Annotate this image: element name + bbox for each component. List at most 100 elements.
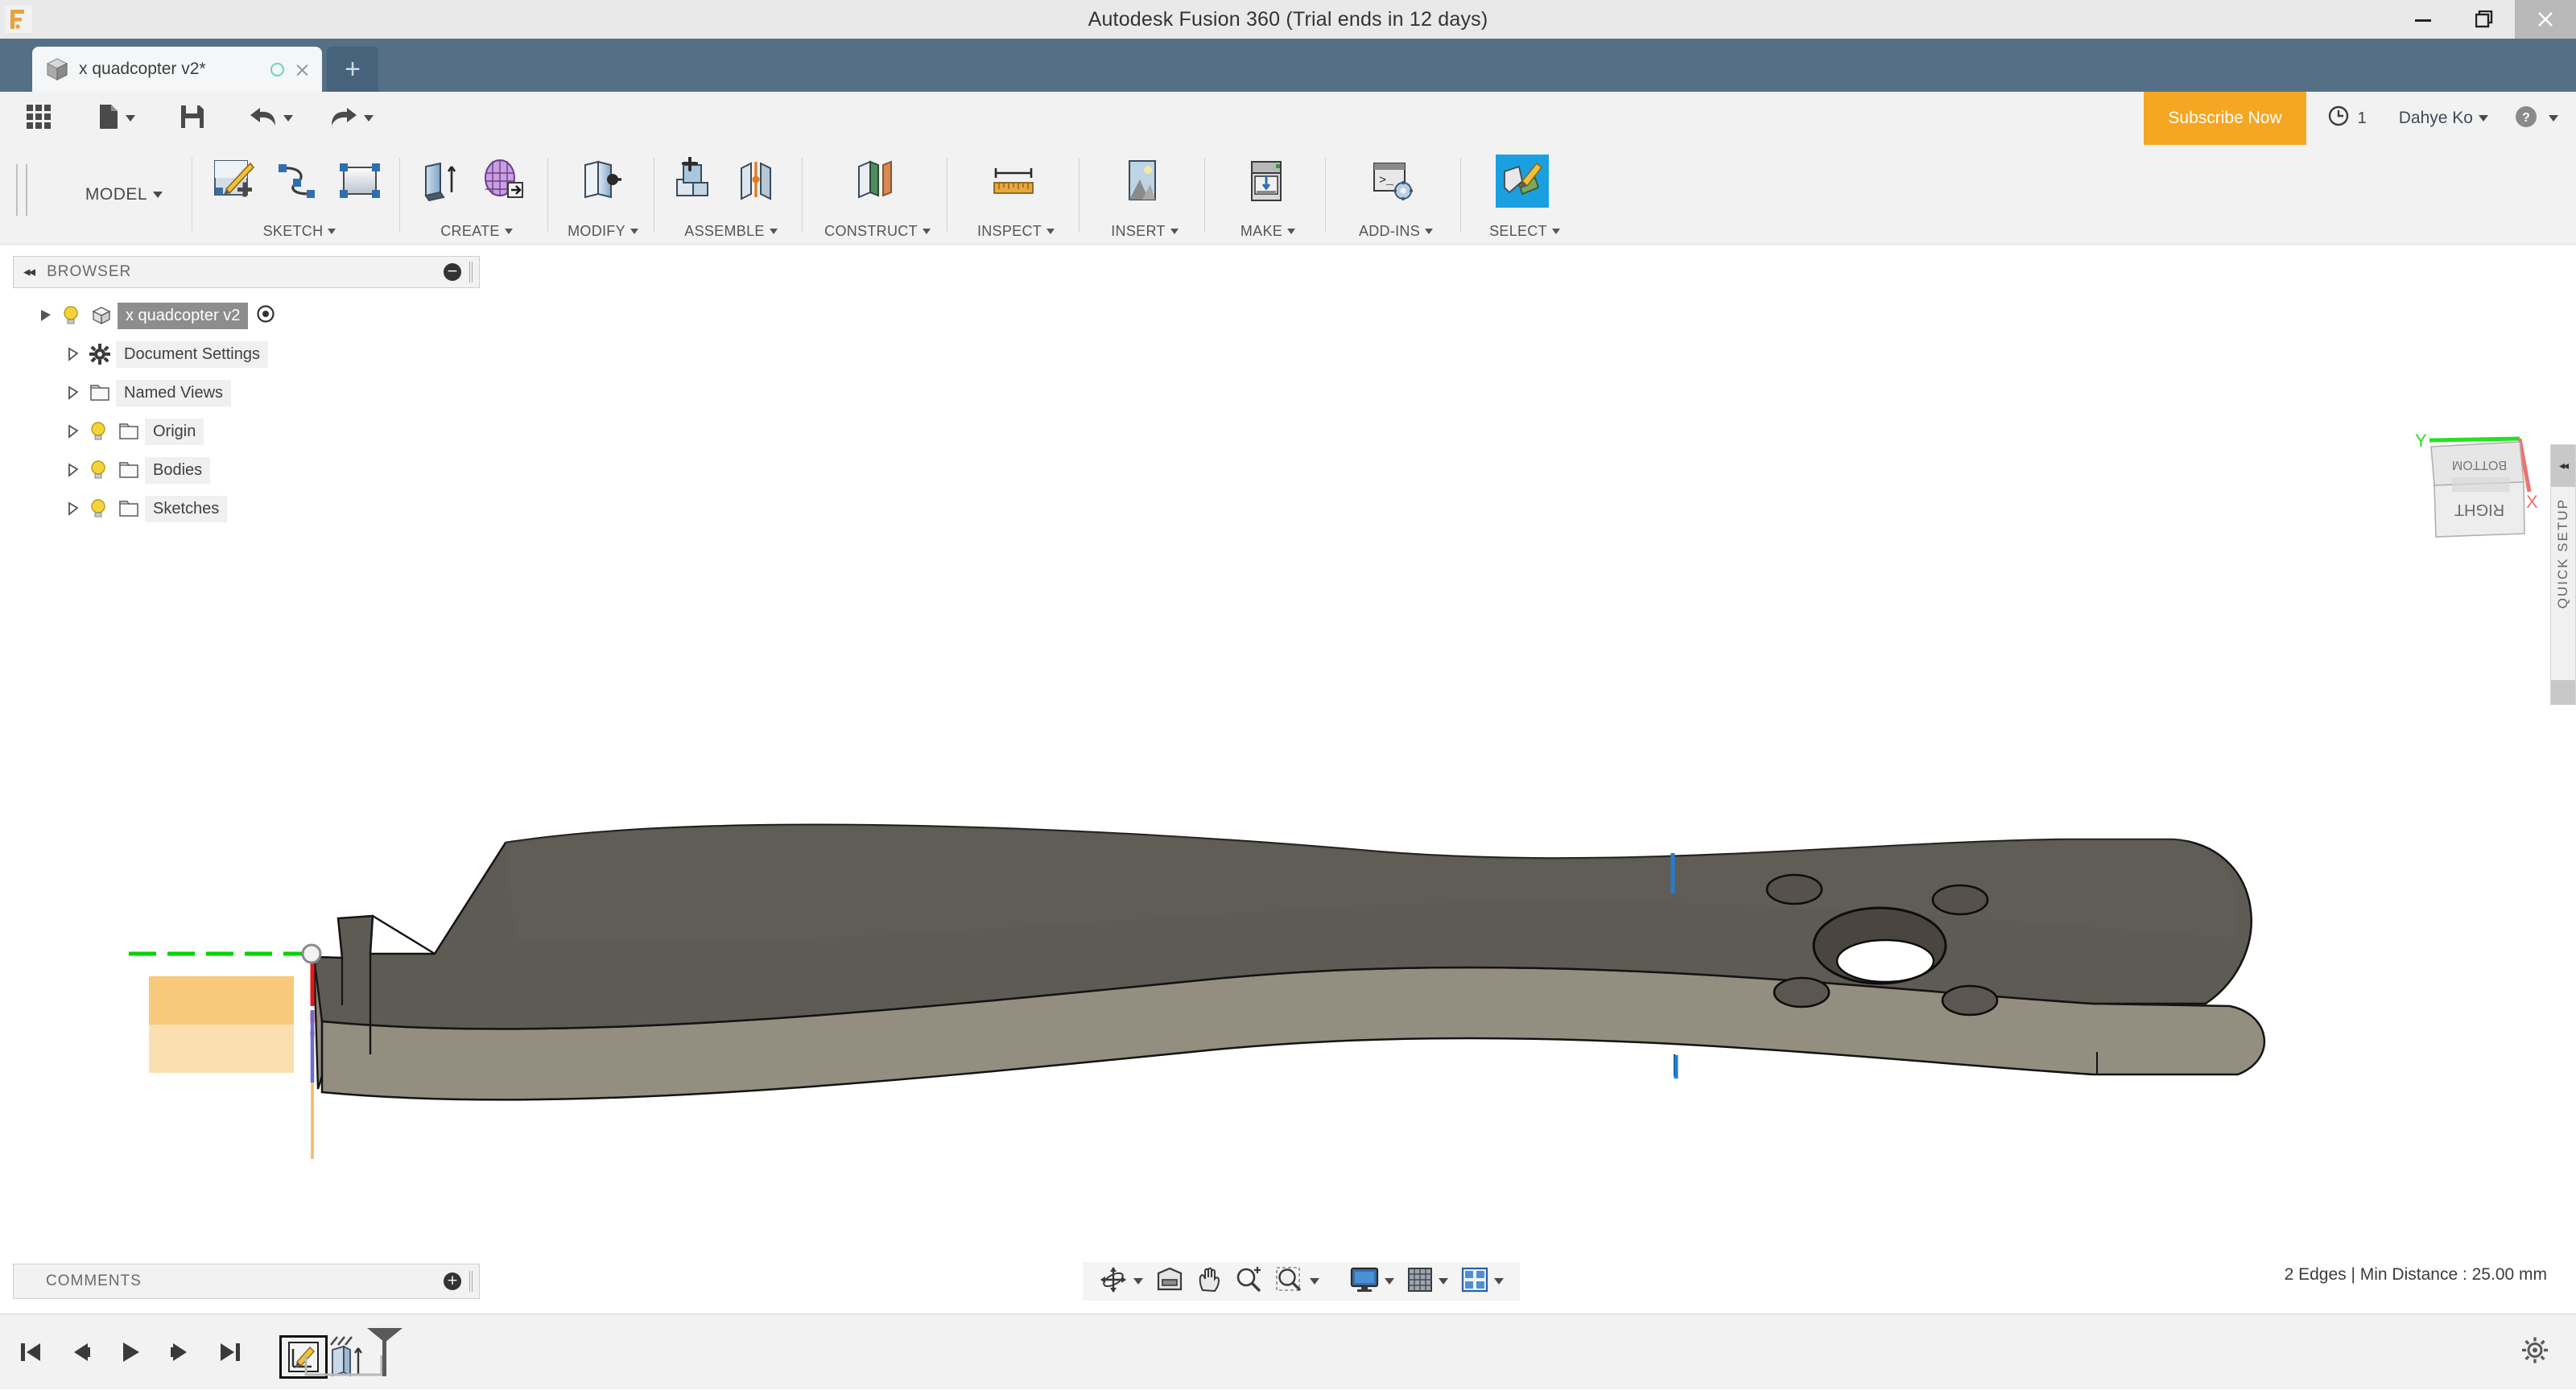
zoom-window-button[interactable] <box>1269 1262 1326 1301</box>
ribbon-panel-create-title[interactable]: CREATE <box>409 223 544 240</box>
visibility-bulb-icon[interactable] <box>84 421 113 442</box>
joint-icon[interactable] <box>731 155 784 208</box>
display-settings-button[interactable] <box>1344 1262 1401 1301</box>
document-tab[interactable]: x quadcopter v2* × <box>32 47 322 92</box>
create-form-icon[interactable] <box>477 155 530 208</box>
chevron-down-icon[interactable] <box>363 115 374 122</box>
redo-button[interactable] <box>311 92 391 145</box>
tree-item-sketches[interactable]: Sketches <box>13 489 480 528</box>
restore-button[interactable] <box>2454 0 2515 39</box>
folder-icon <box>113 460 145 480</box>
save-button[interactable] <box>155 92 230 145</box>
view-cube[interactable]: Y X BOTTOM RIGHT <box>2399 424 2544 549</box>
visibility-bulb-icon[interactable] <box>84 460 113 480</box>
ribbon-panel-construct-title[interactable]: CONSTRUCT <box>811 223 943 240</box>
tree-item-root-component[interactable]: x quadcopter v2 <box>13 296 480 335</box>
browser-collapse-icon[interactable]: ◂◂ <box>23 264 35 280</box>
jump-to-beginning-button[interactable] <box>16 1336 45 1368</box>
chevron-down-icon[interactable] <box>1133 1278 1143 1285</box>
user-menu[interactable]: Dahye Ko <box>2388 109 2495 128</box>
create-sketch-icon[interactable] <box>208 155 261 208</box>
undo-button[interactable] <box>230 92 311 145</box>
ribbon-panel-modify-title[interactable]: MODIFY <box>557 223 649 240</box>
timeline-extrude-feature[interactable] <box>325 1335 369 1376</box>
workspace-label: MODEL <box>85 185 148 204</box>
tree-item-bodies[interactable]: Bodies <box>13 451 480 489</box>
step-forward-button[interactable] <box>166 1336 195 1368</box>
help-menu[interactable]: ? <box>2495 105 2576 133</box>
timeline-sketch-feature[interactable] <box>279 1334 328 1379</box>
3d-print-icon[interactable] <box>1240 155 1293 208</box>
ribbon-panel-sketch-title[interactable]: SKETCH <box>203 223 396 240</box>
tree-item-named-views[interactable]: Named Views <box>13 373 480 412</box>
ribbon-panel-addins-title[interactable]: ADD-INS <box>1335 223 1457 240</box>
look-at-button[interactable] <box>1150 1262 1190 1301</box>
chevron-down-icon[interactable] <box>1494 1278 1504 1285</box>
offset-plane-icon[interactable] <box>848 155 902 208</box>
expand-arrow-icon[interactable] <box>63 347 84 361</box>
new-tab-button[interactable]: + <box>327 47 378 92</box>
new-component-icon[interactable] <box>668 155 721 208</box>
app-grid-button[interactable] <box>0 92 77 145</box>
ribbon-panel-assemble-title[interactable]: ASSEMBLE <box>663 223 799 240</box>
browser-minimize-button[interactable]: − <box>444 263 461 281</box>
orbit-button[interactable] <box>1092 1262 1150 1301</box>
select-icon[interactable] <box>1496 155 1549 208</box>
ribbon-panel-inspect-title[interactable]: INSPECT <box>956 223 1075 240</box>
play-button[interactable] <box>116 1336 145 1368</box>
expand-arrow-icon[interactable] <box>63 386 84 400</box>
ribbon-panel-make-title[interactable]: MAKE <box>1214 223 1322 240</box>
viewports-button[interactable] <box>1455 1262 1510 1301</box>
measure-icon[interactable] <box>987 155 1040 208</box>
expand-arrow-icon[interactable] <box>35 308 56 323</box>
subscribe-now-button[interactable]: Subscribe Now <box>2144 92 2306 145</box>
chevron-down-icon[interactable] <box>1385 1278 1394 1285</box>
expand-arrow-icon[interactable] <box>63 463 84 477</box>
pan-button[interactable] <box>1190 1262 1228 1301</box>
sketch-profile[interactable] <box>149 976 294 1073</box>
chevron-down-icon[interactable] <box>283 115 293 122</box>
trial-counter[interactable]: 1 <box>2306 105 2388 132</box>
ribbon-grip[interactable] <box>16 164 27 216</box>
browser-resize-grip[interactable] <box>469 262 473 283</box>
spline-icon[interactable] <box>270 155 324 208</box>
add-comment-button[interactable]: + <box>444 1272 461 1290</box>
tree-item-origin[interactable]: Origin <box>13 412 480 451</box>
tree-item-label: x quadcopter v2 <box>118 302 249 329</box>
step-back-button[interactable] <box>66 1336 95 1368</box>
visibility-bulb-icon[interactable] <box>84 498 113 519</box>
quick-setup-panel[interactable]: ◂◂ QUICK SETUP <box>2550 444 2576 705</box>
quadcopter-arm-body[interactable] <box>312 823 2266 1101</box>
chevron-down-icon <box>630 229 638 234</box>
chevron-down-icon[interactable] <box>125 115 135 122</box>
zoom-button[interactable] <box>1228 1262 1269 1301</box>
workspace-selector[interactable]: MODEL <box>69 145 179 245</box>
grid-snaps-button[interactable] <box>1401 1262 1455 1301</box>
ribbon-panel-select-title[interactable]: SELECT <box>1470 223 1579 240</box>
new-file-button[interactable] <box>77 92 155 145</box>
folder-icon <box>113 422 145 441</box>
insert-image-icon[interactable] <box>1116 155 1169 208</box>
expand-arrow-icon[interactable] <box>63 424 84 439</box>
minimize-button[interactable] <box>2392 0 2454 39</box>
visibility-bulb-icon[interactable] <box>56 305 85 326</box>
comments-resize-grip[interactable] <box>469 1271 473 1292</box>
chevron-down-icon <box>1170 229 1179 234</box>
close-tab-icon[interactable]: × <box>294 60 311 80</box>
rectangle-icon[interactable] <box>333 155 386 208</box>
tree-item-document-settings[interactable]: Document Settings <box>13 335 480 373</box>
timeline-bar <box>0 1314 2576 1389</box>
activate-component-radio[interactable] <box>256 304 275 328</box>
ribbon-toolbar: MODEL SKETCH CREATE MODIFY ASSEMBLE CONS… <box>0 145 2576 245</box>
quick-setup-collapse-icon[interactable]: ◂◂ <box>2551 445 2575 487</box>
timeline-settings-button[interactable] <box>2521 1336 2549 1367</box>
extrude-icon[interactable] <box>414 155 467 208</box>
chevron-down-icon[interactable] <box>1310 1278 1319 1285</box>
expand-arrow-icon[interactable] <box>63 501 84 516</box>
press-pull-icon[interactable] <box>575 155 628 208</box>
chevron-down-icon[interactable] <box>1439 1278 1448 1285</box>
scripts-addins-icon[interactable]: >_ <box>1365 155 1418 208</box>
ribbon-panel-insert-title[interactable]: INSERT <box>1088 223 1201 240</box>
close-button[interactable] <box>2515 0 2576 39</box>
jump-to-end-button[interactable] <box>216 1336 245 1368</box>
